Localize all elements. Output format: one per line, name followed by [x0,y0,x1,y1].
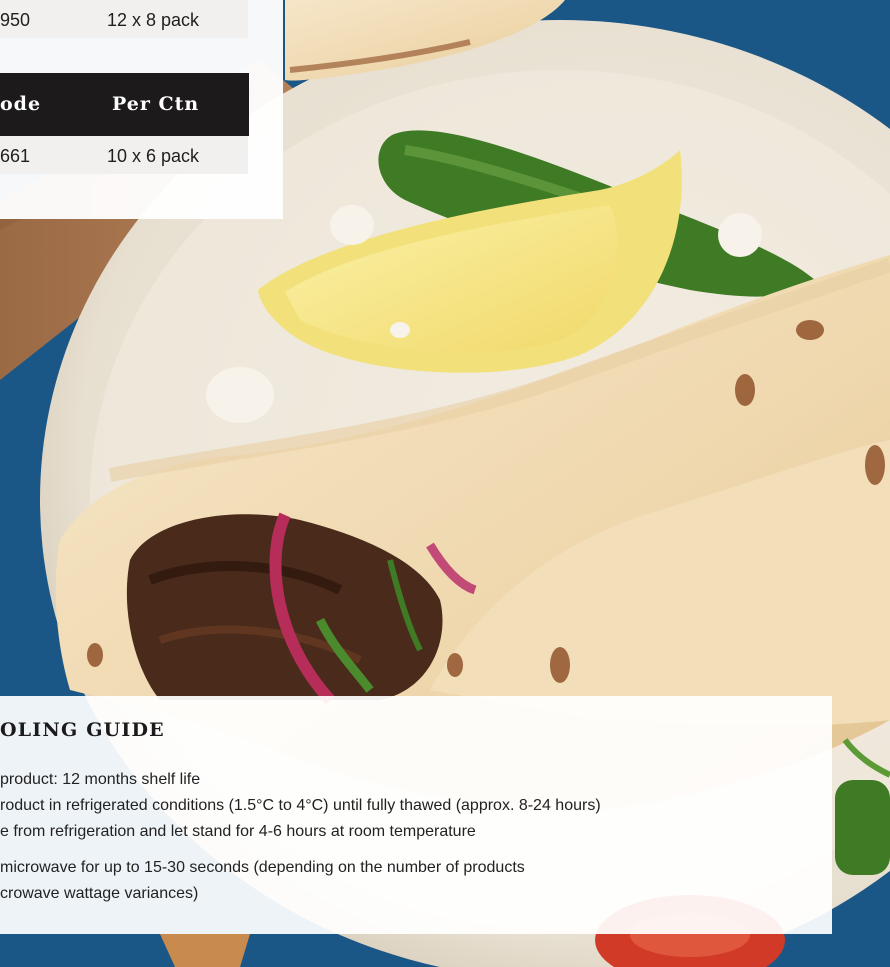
guide-line: product: 12 months shelf life [0,771,201,788]
product-code: 950 [0,10,31,30]
product-row-bottom: 661 10 x 6 pack [0,136,248,174]
guide-line: roduct in refrigerated conditions (1.5°C… [0,797,601,814]
guide-line: crowave wattage variances) [0,885,199,902]
product-code: 661 [0,146,31,166]
product-table-card: 950 12 x 8 pack ode Per Ctn 661 10 x 6 p… [0,0,283,219]
per-carton-value: 10 x 6 pack [107,146,200,166]
guide-line: e from refrigeration and let stand for 4… [0,823,476,840]
product-table-header: ode Per Ctn [0,73,249,136]
code-column-header: ode [0,93,42,115]
cucumber-slice [835,780,890,875]
handling-guide-title: OLING GUIDE [0,719,165,741]
product-row-top: 950 12 x 8 pack [0,0,248,38]
per-carton-column-header: Per Ctn [112,93,200,115]
per-carton-value: 12 x 8 pack [107,10,200,30]
guide-line: microwave for up to 15-30 seconds (depen… [0,859,525,876]
handling-guide-card: OLING GUIDE product: 12 months shelf lif… [0,696,832,934]
